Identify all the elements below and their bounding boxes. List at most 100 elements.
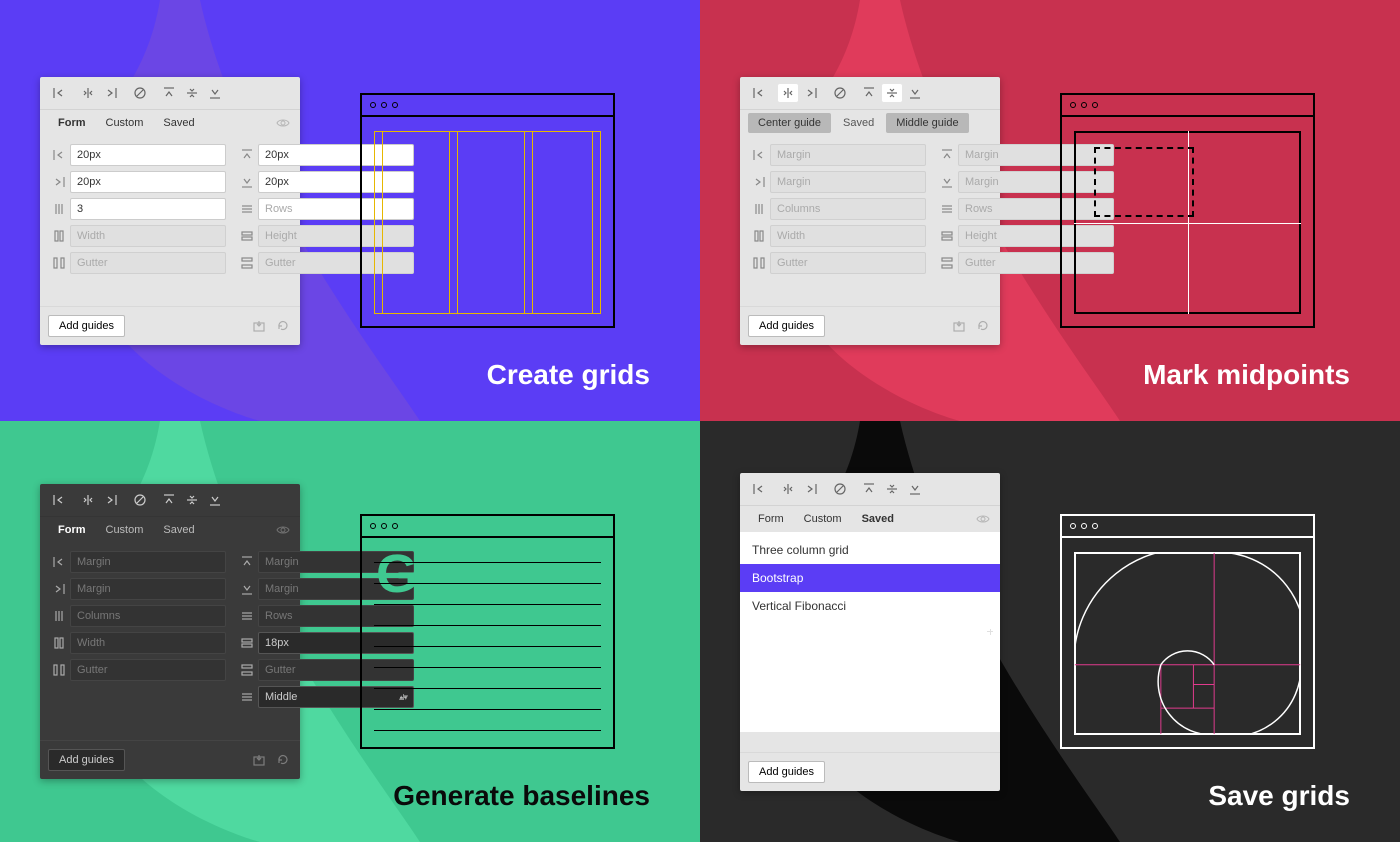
gutter-v-icon (48, 659, 70, 681)
panel-footer: Add guides (40, 740, 300, 779)
saved-list: Three column grid Bootstrap Vertical Fib… (740, 532, 1000, 732)
center-guide-icon[interactable] (777, 83, 799, 103)
right-guide-icon[interactable] (800, 83, 822, 103)
toolbar (740, 473, 1000, 506)
tab-form[interactable]: Form (48, 113, 96, 133)
width-input[interactable] (770, 225, 926, 247)
add-guides-button[interactable]: Add guides (748, 761, 825, 783)
gutter-v-icon (748, 252, 770, 274)
margin-top-icon (936, 144, 958, 166)
tabs: Form Custom Saved (40, 517, 300, 543)
margin-left-input[interactable] (70, 144, 226, 166)
refresh-icon[interactable] (274, 751, 292, 769)
fields (40, 136, 300, 286)
grid-preview (374, 131, 601, 314)
refresh-icon[interactable] (974, 317, 992, 335)
center-guide-icon[interactable] (77, 490, 99, 510)
margin-right-input[interactable] (70, 578, 226, 600)
tab-custom[interactable]: Custom (96, 113, 154, 133)
tab-saved[interactable]: Saved (153, 113, 204, 133)
bottom-guide-icon[interactable] (204, 83, 226, 103)
columns-icon (48, 198, 70, 220)
tab-saved[interactable]: Saved (852, 509, 904, 529)
top-guide-icon[interactable] (158, 83, 180, 103)
gutter-v-input[interactable] (70, 252, 226, 274)
margin-bottom-icon (236, 171, 258, 193)
tab-custom[interactable]: Custom (96, 520, 154, 540)
middle-guide-icon[interactable] (181, 83, 203, 103)
left-guide-icon[interactable] (748, 83, 770, 103)
caption: Create grids (487, 359, 650, 391)
top-guide-icon[interactable] (858, 479, 880, 499)
gutter-h-icon (236, 252, 258, 274)
height-icon (236, 632, 258, 654)
add-guides-button[interactable]: Add guides (48, 315, 125, 337)
margin-left-input[interactable] (70, 551, 226, 573)
clear-icon[interactable] (829, 83, 851, 103)
gutter-h-icon (936, 252, 958, 274)
right-guide-icon[interactable] (800, 479, 822, 499)
margin-right-input[interactable] (70, 171, 226, 193)
margin-top-icon (236, 551, 258, 573)
saved-item[interactable]: Vertical Fibonacci (740, 592, 1000, 620)
preview-window (1060, 514, 1315, 749)
save-icon[interactable] (950, 317, 968, 335)
tooltip-bar: Center guide Saved Middle guide (740, 110, 1000, 136)
tabs: Form Custom Saved (740, 506, 1000, 532)
middle-guide-icon[interactable] (181, 490, 203, 510)
right-guide-icon[interactable] (100, 490, 122, 510)
left-guide-icon[interactable] (48, 83, 70, 103)
saved-item[interactable]: Bootstrap (740, 564, 1000, 592)
columns-input[interactable] (70, 605, 226, 627)
margin-bottom-icon (236, 578, 258, 600)
saved-item[interactable]: Three column grid (740, 536, 1000, 564)
tab-saved-label: Saved (835, 113, 882, 133)
bottom-guide-icon[interactable] (904, 479, 926, 499)
margin-right-input[interactable] (770, 171, 926, 193)
save-icon[interactable] (250, 751, 268, 769)
gutter-v-input[interactable] (770, 252, 926, 274)
middle-guide-tooltip: Middle guide (886, 113, 968, 133)
left-guide-icon[interactable] (748, 479, 770, 499)
margin-left-icon (748, 144, 770, 166)
width-input[interactable] (70, 632, 226, 654)
tab-form[interactable]: Form (748, 509, 794, 529)
quadrant-save-grids: Form Custom Saved Three column grid Boot… (700, 421, 1400, 842)
save-icon[interactable] (250, 317, 268, 335)
tab-saved[interactable]: Saved (153, 520, 204, 540)
tab-form[interactable]: Form (48, 520, 96, 540)
clear-icon[interactable] (129, 83, 151, 103)
toolbar (40, 77, 300, 110)
center-guide-icon[interactable] (777, 479, 799, 499)
middle-guide-icon[interactable] (881, 83, 903, 103)
height-icon (936, 225, 958, 247)
add-guides-button[interactable]: Add guides (48, 749, 125, 771)
height-icon (236, 225, 258, 247)
visibility-toggle-icon[interactable] (274, 521, 292, 539)
tab-custom[interactable]: Custom (794, 509, 852, 529)
caption: Generate baselines (393, 780, 650, 812)
clear-icon[interactable] (129, 490, 151, 510)
top-guide-icon[interactable] (858, 83, 880, 103)
top-guide-icon[interactable] (158, 490, 180, 510)
gutter-v-input[interactable] (70, 659, 226, 681)
visibility-toggle-icon[interactable] (974, 510, 992, 528)
rows-icon (936, 198, 958, 220)
center-guide-icon[interactable] (77, 83, 99, 103)
bottom-guide-icon[interactable] (204, 490, 226, 510)
right-guide-icon[interactable] (100, 83, 122, 103)
add-guides-button[interactable]: Add guides (748, 315, 825, 337)
middle-guide-icon[interactable] (881, 479, 903, 499)
clear-icon[interactable] (829, 479, 851, 499)
left-guide-icon[interactable] (48, 490, 70, 510)
width-input[interactable] (70, 225, 226, 247)
visibility-toggle-icon[interactable] (274, 114, 292, 132)
columns-input[interactable] (70, 198, 226, 220)
width-icon (48, 632, 70, 654)
toolbar (40, 484, 300, 517)
columns-input[interactable] (770, 198, 926, 220)
gutter-v-icon (48, 252, 70, 274)
margin-left-input[interactable] (770, 144, 926, 166)
bottom-guide-icon[interactable] (904, 83, 926, 103)
refresh-icon[interactable] (274, 317, 292, 335)
